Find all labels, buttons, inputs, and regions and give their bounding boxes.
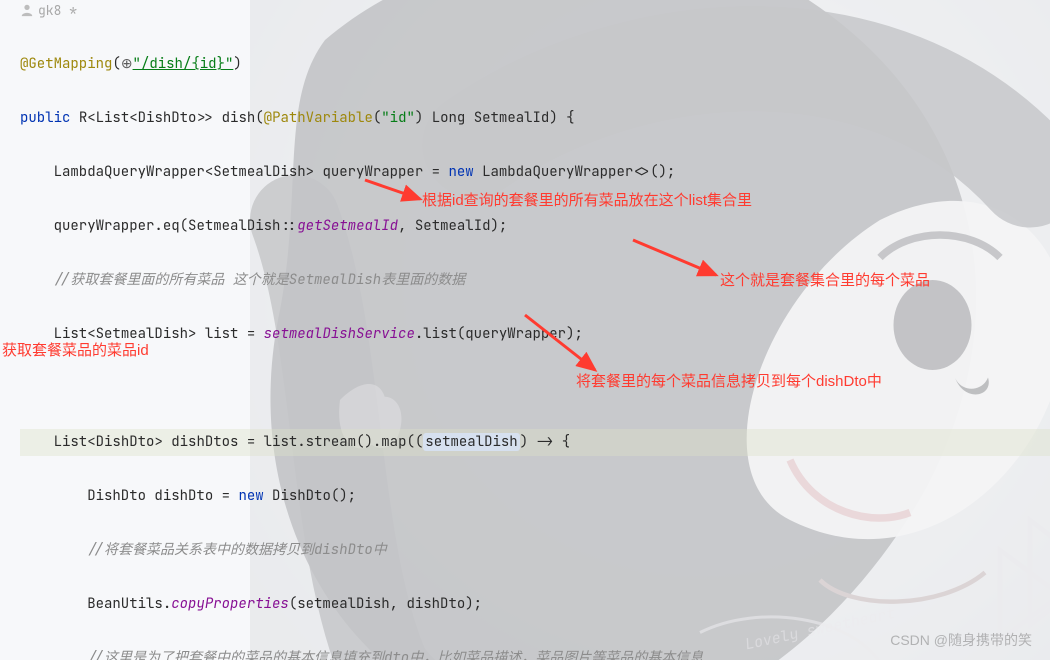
lambda-param-highlight: setmealDish [423, 433, 519, 451]
breadcrumb: gk8 * [0, 0, 1050, 20]
code-line[interactable]: public R<List<DishDto>> dish(@PathVariab… [20, 105, 1050, 132]
user-icon [20, 3, 34, 17]
code-line[interactable]: BeanUtils.copyProperties(setmealDish, di… [20, 591, 1050, 618]
code-line[interactable]: @GetMapping(⊕"/dish/{id}") [20, 51, 1050, 78]
code-line[interactable]: List<SetmealDish> list = setmealDishServ… [20, 321, 1050, 348]
annotation-1: 根据id查询的套餐里的所有菜品放在这个list集合里 [422, 189, 752, 210]
code-line[interactable]: queryWrapper.eq(SetmealDish::getSetmealI… [20, 213, 1050, 240]
code-editor[interactable]: @GetMapping(⊕"/dish/{id}") public R<List… [0, 20, 1050, 660]
code-line[interactable]: LambdaQueryWrapper<SetmealDish> queryWra… [20, 159, 1050, 186]
annotation-2: 这个就是套餐集合里的每个菜品 [720, 269, 930, 290]
code-line[interactable] [20, 375, 1050, 402]
code-line[interactable]: DishDto dishDto = new DishDto(); [20, 483, 1050, 510]
annotation-getmapping: @GetMapping [20, 55, 112, 73]
code-line-highlighted[interactable]: List<DishDto> dishDtos = list.stream().m… [20, 429, 1050, 456]
annotation-4: 将套餐里的每个菜品信息拷贝到每个dishDto中 [576, 370, 882, 391]
comment: //这里是为了把套餐中的菜品的基本信息填充到dto中，比如菜品描述，菜品图片等菜… [87, 649, 703, 660]
globe-icon: ⊕ [121, 55, 133, 73]
code-line[interactable]: //将套餐菜品关系表中的数据拷贝到dishDto中 [20, 537, 1050, 564]
comment: //获取套餐里面的所有菜品 这个就是SetmealDish表里面的数据 [54, 271, 466, 289]
comment: //将套餐菜品关系表中的数据拷贝到dishDto中 [87, 541, 387, 559]
breadcrumb-text: gk8 * [38, 2, 77, 19]
annotation-3: 获取套餐菜品的菜品id [2, 339, 149, 360]
mapping-url: "/dish/{id}" [133, 55, 234, 73]
watermark: CSDN @随身携带的笑 [890, 630, 1032, 650]
